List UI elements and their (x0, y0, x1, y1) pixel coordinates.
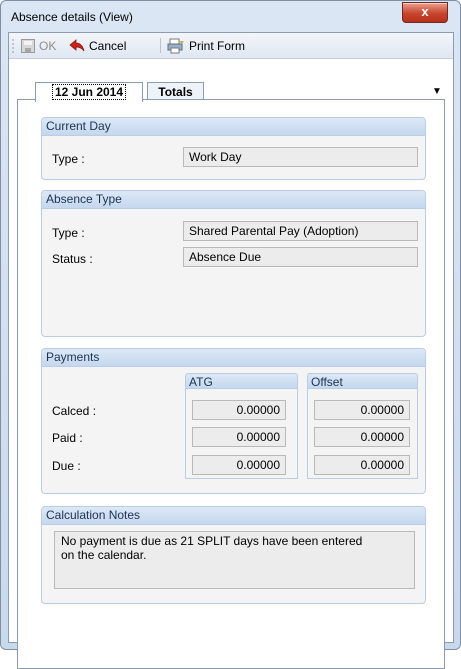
print-form-icon (167, 38, 184, 53)
close-icon: x (421, 4, 429, 19)
calced-label: Calced : (52, 404, 97, 418)
type-label: Type : (52, 226, 85, 240)
tab-list-dropdown-icon[interactable]: ▼ (432, 86, 442, 97)
window-title: Absence details (View) (11, 10, 133, 24)
toolbar-separator (160, 38, 161, 53)
toolbar: OK Cancel Print Form (9, 33, 453, 59)
undo-arrow-icon (69, 38, 85, 51)
calced-offset-field[interactable]: 0.00000 (314, 400, 410, 420)
due-atg-field[interactable]: 0.00000 (192, 455, 286, 475)
current-day-group: Current Day Type : Work Day (41, 117, 426, 180)
cancel-button[interactable]: Cancel (69, 37, 126, 54)
absence-status-field[interactable]: Absence Due (183, 247, 418, 267)
tab-12-jun-2014[interactable]: 12 Jun 2014 (35, 82, 143, 102)
calced-atg-field[interactable]: 0.00000 (192, 400, 286, 420)
tab-label: Totals (158, 85, 193, 99)
group-header: Payments (42, 349, 425, 367)
due-label: Due : (52, 459, 81, 473)
close-button[interactable]: x (402, 2, 448, 23)
current-day-type-field[interactable]: Work Day (183, 147, 418, 167)
paid-offset-field[interactable]: 0.00000 (314, 427, 410, 447)
absence-type-group: Absence Type Type : Shared Parental Pay … (41, 190, 426, 337)
status-label: Status : (52, 252, 93, 266)
paid-atg-field[interactable]: 0.00000 (192, 427, 286, 447)
toolbar-grip-icon[interactable] (12, 38, 14, 53)
group-header: Calculation Notes (42, 507, 425, 525)
type-label: Type : (52, 152, 85, 166)
print-form-button[interactable]: Print Form (167, 37, 245, 54)
ok-button-label: OK (39, 38, 57, 53)
title-bar[interactable]: Absence details (View) x (1, 1, 460, 31)
paid-label: Paid : (52, 431, 83, 445)
group-header: Absence Type (42, 191, 425, 209)
atg-column-header: ATG (185, 373, 298, 389)
due-offset-field[interactable]: 0.00000 (314, 455, 410, 475)
calculation-notes-text[interactable]: No payment is due as 21 SPLIT days have … (54, 531, 415, 589)
offset-column-header: Offset (307, 373, 418, 389)
payments-group: Payments ATG Offset Calced : 0.00000 0.0… (41, 348, 426, 494)
absence-details-window: Absence details (View) x OK Cancel Print… (0, 0, 461, 669)
tab-label: 12 Jun 2014 (51, 84, 127, 100)
save-icon (21, 38, 35, 53)
absence-type-field[interactable]: Shared Parental Pay (Adoption) (183, 221, 418, 241)
group-header: Current Day (42, 118, 425, 136)
ok-button[interactable]: OK (21, 37, 56, 54)
cancel-button-label: Cancel (89, 38, 127, 53)
calculation-notes-group: Calculation Notes No payment is due as 2… (41, 506, 426, 604)
print-form-button-label: Print Form (189, 38, 246, 53)
